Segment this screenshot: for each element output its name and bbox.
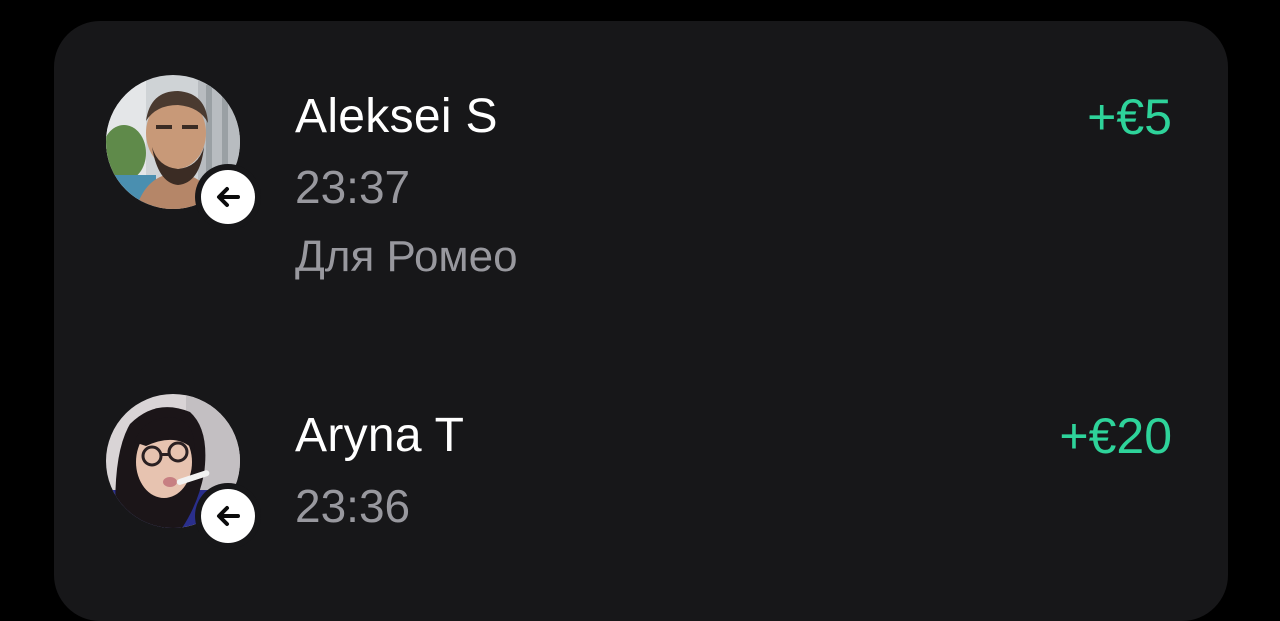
direction-badge	[195, 164, 261, 230]
arrow-left-icon	[217, 506, 240, 526]
transaction-note: Для Ромео	[295, 232, 518, 281]
transaction-row[interactable]: Aryna T 23:36 +€20	[54, 394, 1228, 594]
transaction-row[interactable]: Aleksei S 23:37 Для Ромео +€5	[54, 75, 1228, 345]
transaction-time: 23:37	[295, 161, 411, 213]
sender-name: Aleksei S	[295, 90, 498, 143]
transaction-time: 23:36	[295, 480, 411, 532]
sender-name: Aryna T	[295, 409, 465, 462]
transaction-amount: +€20	[1059, 408, 1172, 464]
transactions-card: Aleksei S 23:37 Для Ромео +€5 Aryna T 23…	[54, 21, 1228, 621]
arrow-left-icon	[217, 187, 240, 207]
avatar-container	[106, 394, 261, 549]
transaction-amount: +€5	[1087, 89, 1172, 145]
direction-badge	[195, 483, 261, 549]
avatar-container	[106, 75, 261, 230]
